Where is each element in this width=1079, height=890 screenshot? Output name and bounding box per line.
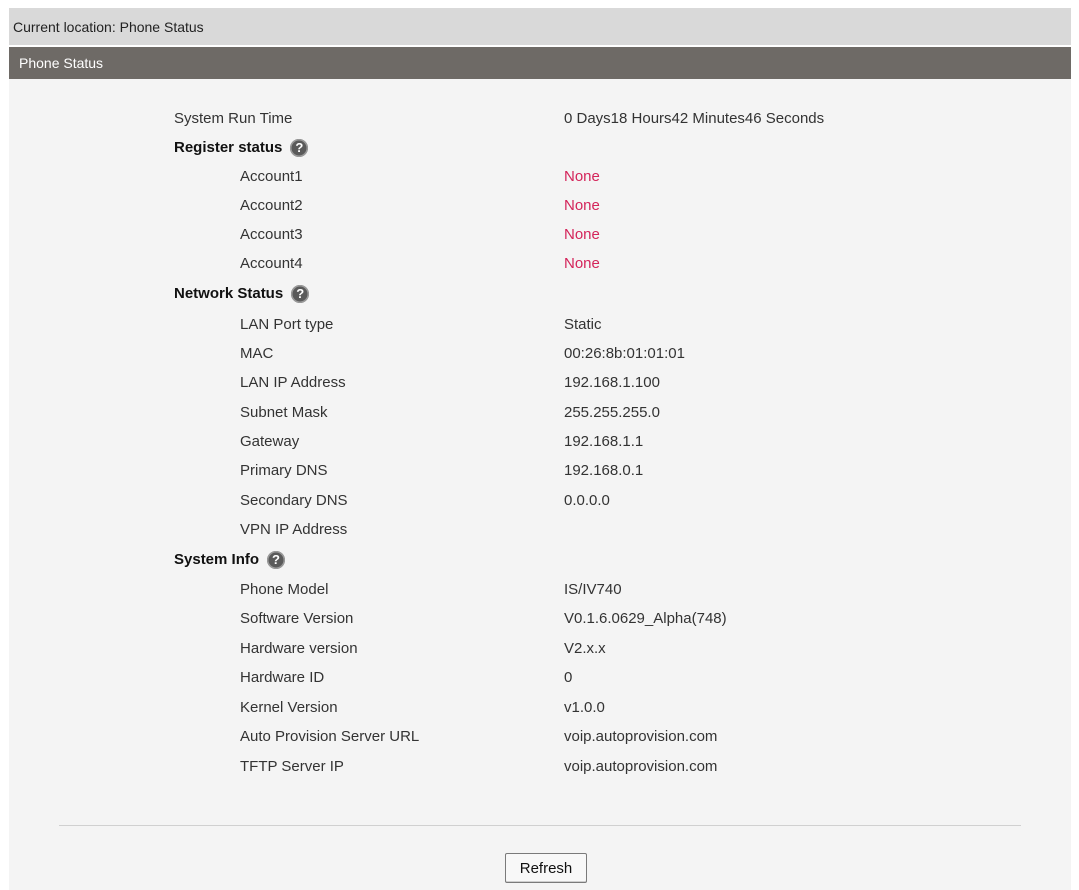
network-value: 0.0.0.0 [564,492,610,509]
network-label: LAN Port type [240,316,334,333]
account-row: Account3 None [9,221,1071,249]
network-row: MAC 00:26:8b:01:01:01 [9,340,1071,368]
system-row: Kernel Version v1.0.0 [9,694,1071,722]
network-value: 192.168.0.1 [564,462,644,479]
phone-status-page: Current location: Phone Status Phone Sta… [9,8,1071,890]
network-value: 192.168.1.100 [564,374,660,391]
system-value: IS/IV740 [564,581,622,598]
system-label: Phone Model [240,581,329,598]
network-row: VPN IP Address [9,516,1071,544]
account-status: None [564,226,600,243]
divider [59,825,1021,826]
system-label: TFTP Server IP [240,758,344,775]
register-help-icon[interactable]: ? [290,139,309,157]
network-label: MAC [240,345,274,362]
system-value: V2.x.x [564,640,606,657]
register-status-heading: Register status [174,139,283,156]
system-value: 0 [564,669,573,686]
network-label: Secondary DNS [240,492,348,509]
network-label: Gateway [240,433,300,450]
system-value: V0.1.6.0629_Alpha(748) [564,610,727,627]
system-row: Software Version V0.1.6.0629_Alpha(748) [9,605,1071,633]
system-row: Hardware ID 0 [9,664,1071,692]
run-time-row: System Run Time 0 Days18 Hours42 Minutes… [9,105,1071,133]
account-label: Account3 [240,226,303,243]
network-status-title: Network Status ? [174,280,310,308]
network-row: LAN Port type Static [9,311,1071,339]
system-row: Hardware version V2.x.x [9,635,1071,663]
section-header: Phone Status [9,47,1071,79]
system-help-icon[interactable]: ? [267,551,286,569]
register-status-title: Register status ? [174,134,309,162]
network-label: Primary DNS [240,462,328,479]
account-status: None [564,168,600,185]
breadcrumb: Current location: Phone Status [9,8,1071,47]
network-row: Subnet Mask 255.255.255.0 [9,399,1071,427]
network-help-icon[interactable]: ? [291,285,310,303]
system-label: Kernel Version [240,699,338,716]
network-label: LAN IP Address [240,374,346,391]
network-row: Primary DNS 192.168.0.1 [9,457,1071,485]
system-info-heading: System Info [174,551,260,568]
network-row: LAN IP Address 192.168.1.100 [9,369,1071,397]
account-row: Account4 None [9,250,1071,278]
run-time-value: 0 Days18 Hours42 Minutes46 Seconds [564,110,825,127]
system-row: TFTP Server IP voip.autoprovision.com [9,753,1071,781]
account-status: None [564,255,600,272]
system-value: voip.autoprovision.com [564,728,718,745]
network-value: 192.168.1.1 [564,433,644,450]
system-label: Hardware version [240,640,358,657]
network-row: Secondary DNS 0.0.0.0 [9,487,1071,515]
network-value: 255.255.255.0 [564,404,660,421]
system-row: Phone Model IS/IV740 [9,576,1071,604]
refresh-button[interactable]: Refresh [505,853,587,883]
network-status-heading: Network Status [174,285,284,302]
breadcrumb-text: Current location: Phone Status [13,18,204,35]
system-info-title: System Info ? [174,546,286,574]
account-label: Account2 [240,197,303,214]
account-label: Account1 [240,168,303,185]
system-label: Auto Provision Server URL [240,728,420,745]
account-status: None [564,197,600,214]
network-value: Static [564,316,602,333]
system-label: Hardware ID [240,669,325,686]
system-row: Auto Provision Server URL voip.autoprovi… [9,723,1071,751]
system-value: v1.0.0 [564,699,605,716]
account-label: Account4 [240,255,303,272]
account-row: Account1 None [9,163,1071,191]
account-row: Account2 None [9,192,1071,220]
network-label: Subnet Mask [240,404,328,421]
system-value: voip.autoprovision.com [564,758,718,775]
network-value: 00:26:8b:01:01:01 [564,345,685,362]
run-time-label: System Run Time [174,110,293,127]
network-label: VPN IP Address [240,521,348,538]
section-title: Phone Status [19,55,104,71]
system-label: Software Version [240,610,354,627]
status-content: System Run Time 0 Days18 Hours42 Minutes… [9,79,1071,890]
network-row: Gateway 192.168.1.1 [9,428,1071,456]
